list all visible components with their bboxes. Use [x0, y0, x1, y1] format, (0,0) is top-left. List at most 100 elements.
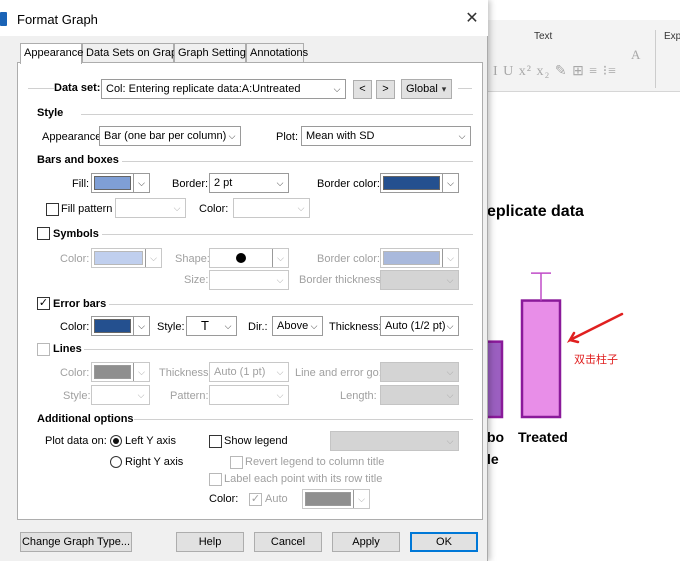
error-style-select[interactable]: T ⌵: [186, 316, 237, 336]
dialog-titlebar[interactable]: Format Graph ✕: [0, 0, 488, 36]
filled-circle-icon: [236, 253, 246, 263]
pattern-color-select[interactable]: ⌵: [233, 198, 310, 218]
revert-legend-checkbox[interactable]: [230, 456, 243, 469]
help-button[interactable]: Help: [176, 532, 244, 552]
chart-title[interactable]: eplicate data: [487, 203, 584, 221]
label-each-point-checkbox[interactable]: [209, 473, 222, 486]
symbol-border-color-select[interactable]: ⌵: [380, 248, 459, 268]
fill-pattern-checkbox[interactable]: [46, 203, 59, 216]
tab-annotations[interactable]: Annotations: [246, 43, 308, 63]
error-bars-checkbox[interactable]: ✓: [37, 297, 50, 310]
border-width-select[interactable]: 2 pt ⌵: [209, 173, 289, 193]
chevron-down-icon: ⌵: [276, 367, 284, 377]
chevron-down-icon: ⌵: [272, 249, 288, 267]
left-y-axis-label: Left Y axis: [125, 435, 176, 447]
chevron-down-icon: ⌵: [145, 249, 161, 267]
line-style-select[interactable]: ⌵: [91, 385, 150, 405]
error-bar-cap-icon: T: [201, 318, 209, 333]
show-legend-checkbox[interactable]: [209, 435, 222, 448]
chevron-down-icon: ⌵: [446, 436, 454, 446]
bar-chart[interactable]: [484, 270, 674, 420]
scope-select[interactable]: Global ▾: [401, 79, 452, 99]
lines-divider: [84, 349, 473, 350]
symbol-border-color-label: Border color:: [317, 253, 380, 265]
plot-label: Plot:: [276, 131, 299, 143]
error-thickness-select[interactable]: Auto (1/2 pt) ⌵: [380, 316, 459, 336]
style-header: Style: [37, 107, 64, 119]
appearance-label: Appearance:: [42, 131, 105, 143]
chevron-down-icon: ⌵: [228, 131, 236, 141]
change-graph-type-button[interactable]: Change Graph Type...: [20, 532, 132, 552]
border-color-label: Border color:: [317, 178, 380, 190]
chevron-down-icon: ⌵: [224, 321, 232, 331]
chevron-down-icon: ⌵: [276, 275, 284, 285]
line-pattern-label: Pattern:: [170, 390, 209, 402]
line-thickness-select[interactable]: Auto (1 pt) ⌵: [209, 362, 289, 382]
cancel-button[interactable]: Cancel: [254, 532, 322, 552]
size-label: Size:: [184, 274, 209, 286]
border-color-select[interactable]: ⌵: [380, 173, 459, 193]
error-color-select[interactable]: ⌵: [91, 316, 150, 336]
fill-color-select[interactable]: ⌵: [91, 173, 150, 193]
scope-select-value: Global: [406, 83, 438, 95]
lines-checkbox[interactable]: [37, 343, 50, 356]
tab-appearance[interactable]: Appearance: [20, 43, 83, 64]
ribbon-text-format-icons[interactable]: I U x² x₂ ✎ ⊞ ≡ ⁝≡: [493, 63, 617, 80]
tab-data-sets-on-graph[interactable]: Data Sets on Graph: [82, 43, 183, 63]
dropdown-arrow-icon: ▾: [441, 84, 447, 94]
symbols-checkbox[interactable]: [37, 227, 50, 240]
direction-label: Dir.:: [248, 321, 268, 333]
auto-color-checkbox[interactable]: ✓: [249, 493, 262, 506]
chevron-down-icon: ⌵: [133, 174, 149, 192]
close-button[interactable]: ✕: [460, 8, 484, 30]
line-pattern-select[interactable]: ⌵: [209, 385, 289, 405]
category-label-placebo[interactable]: bo: [487, 429, 504, 445]
appearance-select[interactable]: Bar (one bar per column) ⌵: [99, 126, 241, 146]
line-thickness-value: Auto (1 pt): [214, 366, 266, 378]
symbol-color-select[interactable]: ⌵: [91, 248, 162, 268]
border-thickness-select[interactable]: ⌵: [380, 270, 459, 290]
annotation-text[interactable]: 双击柱子: [574, 351, 618, 367]
symbol-color-swatch: [94, 251, 143, 265]
legend-select[interactable]: ⌵: [330, 431, 459, 451]
plot-select[interactable]: Mean with SD ⌵: [301, 126, 471, 146]
chevron-down-icon: ⌵: [442, 249, 458, 267]
chevron-down-icon: ⌵: [276, 390, 284, 400]
chevron-down-icon: ⌵: [297, 203, 305, 213]
chevron-down-icon: ⌵: [353, 490, 369, 508]
dataset-divider-left: [28, 88, 54, 89]
style-divider: [81, 114, 473, 115]
line-error-go-select[interactable]: ⌵: [380, 362, 459, 382]
ok-button[interactable]: OK: [410, 532, 478, 552]
left-y-axis-radio[interactable]: [110, 435, 122, 447]
border-color-swatch: [383, 176, 440, 190]
symbols-divider: [102, 234, 473, 235]
dataset-label: Data set:: [54, 82, 101, 94]
fill-pattern-select[interactable]: ⌵: [115, 198, 186, 218]
label-color-select[interactable]: ⌵: [302, 489, 370, 509]
error-thickness-label: Thickness:: [329, 321, 382, 333]
symbol-color-label: Color:: [60, 253, 90, 265]
previous-dataset-button[interactable]: <: [353, 80, 372, 99]
plot-data-on-label: Plot data on:: [45, 435, 107, 447]
shape-select[interactable]: ⌵: [209, 248, 289, 268]
apply-button[interactable]: Apply: [332, 532, 400, 552]
chevron-down-icon: ⌵: [310, 321, 318, 331]
direction-select-value: Above: [277, 320, 309, 332]
chevron-down-icon: ⌵: [276, 178, 284, 188]
right-y-axis-radio[interactable]: [110, 456, 122, 468]
x-axis-title[interactable]: le: [487, 451, 499, 467]
line-length-select[interactable]: ⌵: [380, 385, 459, 405]
font-color-icon[interactable]: A: [631, 47, 640, 63]
show-legend-label: Show legend: [224, 435, 288, 447]
direction-select[interactable]: Above ⌵: [272, 316, 323, 336]
dataset-select[interactable]: Col: Entering replicate data:A:Untreated…: [101, 79, 346, 99]
chevron-down-icon: ⌵: [446, 390, 454, 400]
tab-graph-settings[interactable]: Graph Settings: [174, 43, 251, 63]
line-color-select[interactable]: ⌵: [91, 362, 150, 382]
annotation-arrow-icon[interactable]: [566, 312, 624, 344]
bar-treated[interactable]: [520, 299, 562, 419]
next-dataset-button[interactable]: >: [376, 80, 395, 99]
category-label-treated[interactable]: Treated: [518, 429, 568, 445]
symbol-size-select[interactable]: ⌵: [209, 270, 289, 290]
